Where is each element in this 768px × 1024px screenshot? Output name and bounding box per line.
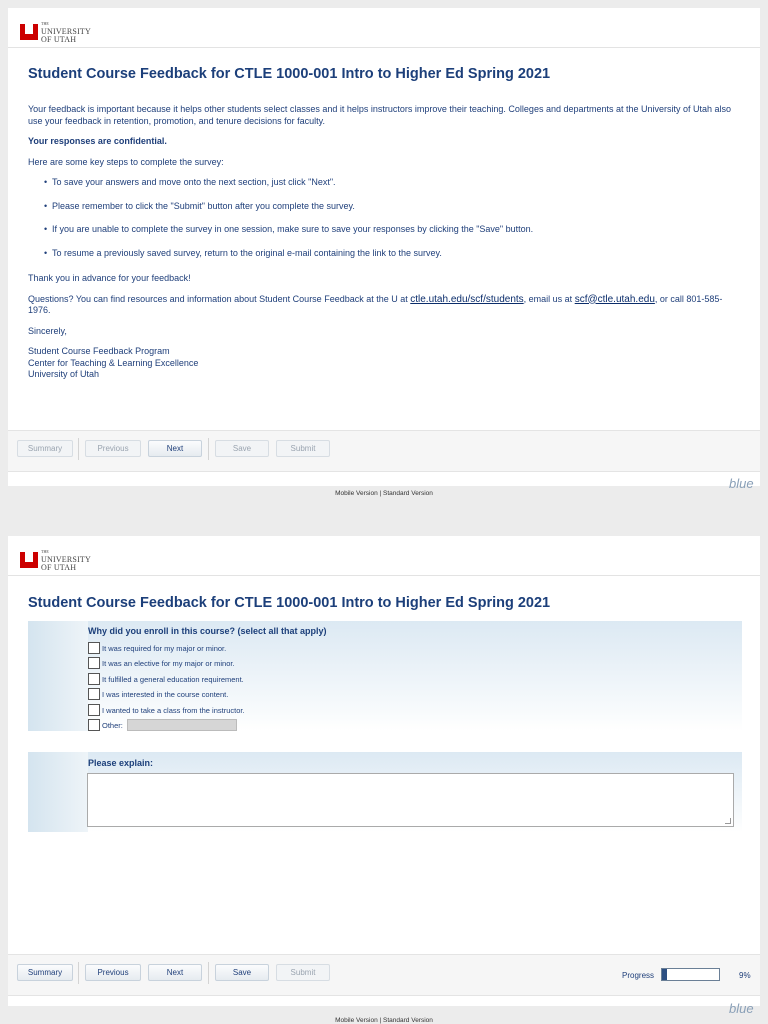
option-elective[interactable]: It was an elective for my major or minor… [88, 657, 235, 669]
other-text-field[interactable] [126, 719, 237, 731]
students-link[interactable]: ctle.utah.edu/scf/students [410, 294, 523, 305]
u-logo-icon [20, 552, 38, 568]
option-interest[interactable]: I was interested in the course content. [88, 688, 228, 700]
resize-handle-icon[interactable] [725, 818, 731, 824]
signature: Student Course Feedback Program Center f… [28, 346, 199, 379]
steps-list: To save your answers and move onto the n… [44, 177, 738, 259]
intro-text: Your feedback is important because it he… [28, 104, 738, 381]
option-other[interactable]: Other: [88, 719, 237, 731]
footer-links[interactable]: Mobile Version | Standard Version [0, 490, 768, 497]
explain-textarea[interactable] [87, 773, 734, 827]
checkbox[interactable] [88, 642, 100, 654]
page-title: Student Course Feedback for CTLE 1000-00… [28, 595, 551, 611]
header: THE UNIVERSITY OF UTAH [8, 8, 760, 48]
u-logo-icon [20, 24, 38, 40]
question-label: Please explain: [88, 758, 154, 768]
checkbox[interactable] [88, 657, 100, 669]
progress-fill [662, 969, 668, 980]
survey-question-page: THE UNIVERSITY OF UTAH Student Course Fe… [8, 536, 760, 1006]
divider [208, 438, 209, 460]
previous-button[interactable]: Previous [85, 440, 141, 457]
submit-button[interactable]: Submit [276, 440, 330, 457]
summary-button[interactable]: Summary [17, 964, 73, 981]
confidential-note: Your responses are confidential. [28, 136, 167, 146]
university-logo: THE UNIVERSITY OF UTAH [20, 20, 91, 44]
next-button[interactable]: Next [148, 964, 202, 981]
list-item: Please remember to click the "Submit" bu… [44, 201, 738, 213]
blue-logo: blue [729, 476, 754, 491]
button-bar: Summary Previous Next Save Submit [8, 430, 760, 472]
progress-label: Progress [622, 971, 655, 980]
explain-question: Please explain: [28, 752, 742, 832]
survey-intro-page: THE UNIVERSITY OF UTAH Student Course Fe… [8, 8, 760, 486]
email-link[interactable]: scf@ctle.utah.edu [575, 294, 655, 305]
divider [78, 438, 79, 460]
summary-button[interactable]: Summary [17, 440, 73, 457]
checkbox[interactable] [88, 673, 100, 685]
question-label: Why did you enroll in this course? (sele… [88, 626, 327, 636]
next-button[interactable]: Next [148, 440, 202, 457]
questions-text: Questions? You can find resources and in… [28, 293, 723, 316]
page-title: Student Course Feedback for CTLE 1000-00… [28, 66, 551, 82]
blue-logo: blue [729, 1001, 754, 1016]
option-required[interactable]: It was required for my major or minor. [88, 642, 226, 654]
button-bar: Summary Previous Next Save Submit Progre… [8, 954, 760, 996]
enroll-reason-question: Why did you enroll in this course? (sele… [28, 621, 742, 731]
list-item: If you are unable to complete the survey… [44, 224, 738, 236]
checkbox[interactable] [88, 704, 100, 716]
divider [78, 962, 79, 984]
header: THE UNIVERSITY OF UTAH [8, 536, 760, 576]
footer-links[interactable]: Mobile Version | Standard Version [0, 1017, 768, 1024]
save-button[interactable]: Save [215, 440, 269, 457]
divider [208, 962, 209, 984]
submit-button[interactable]: Submit [276, 964, 330, 981]
option-instructor[interactable]: I wanted to take a class from the instru… [88, 704, 245, 716]
university-logo: THE UNIVERSITY OF UTAH [20, 548, 91, 572]
checkbox[interactable] [88, 688, 100, 700]
checkbox[interactable] [88, 719, 100, 731]
list-item: To save your answers and move onto the n… [44, 177, 738, 189]
save-button[interactable]: Save [215, 964, 269, 981]
option-gen-ed[interactable]: It fulfilled a general education require… [88, 673, 244, 685]
list-item: To resume a previously saved survey, ret… [44, 248, 738, 260]
previous-button[interactable]: Previous [85, 964, 141, 981]
progress-value: 9% [739, 971, 751, 980]
progress-bar [661, 968, 720, 981]
